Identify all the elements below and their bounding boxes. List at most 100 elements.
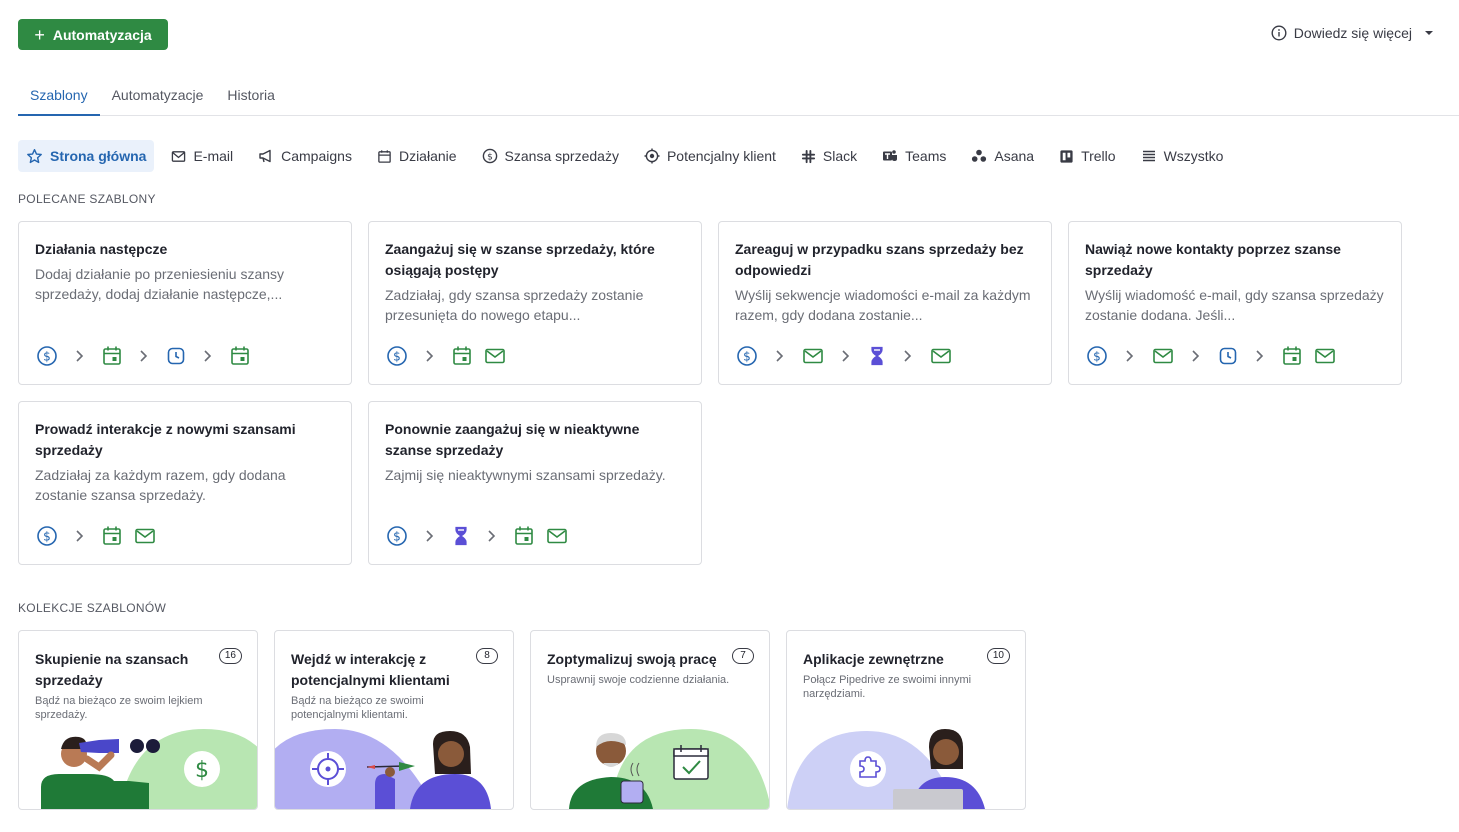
- tab-templates[interactable]: Szablony: [18, 78, 100, 116]
- star-icon: [27, 148, 42, 163]
- template-card[interactable]: Prowadź interakcje z nowymi szansami spr…: [18, 401, 352, 565]
- clock-icon: [1218, 345, 1238, 367]
- filter-label: Asana: [994, 148, 1035, 164]
- trello-icon: [1060, 149, 1073, 163]
- template-steps: $: [36, 525, 156, 547]
- collection-count-badge: 7: [732, 648, 754, 664]
- template-description: Zadziałaj za każdym razem, gdy dodana zo…: [35, 467, 286, 503]
- add-automation-label: Automatyzacja: [52, 26, 152, 43]
- mail-icon: [134, 525, 156, 547]
- info-icon: [1271, 25, 1287, 41]
- filter-label: E-mail: [193, 148, 234, 164]
- filter-activity[interactable]: Działanie: [369, 140, 465, 172]
- template-card[interactable]: Zaangażuj się w szanse sprzedaży, które …: [368, 221, 702, 385]
- filter-email[interactable]: E-mail: [163, 140, 241, 172]
- template-steps: $: [386, 525, 568, 547]
- chevron-icon: [70, 345, 90, 367]
- template-card[interactable]: Nawiąż nowe kontakty poprzez szanse sprz…: [1068, 221, 1402, 385]
- chevron-icon: [770, 345, 790, 367]
- filter-label: Działanie: [398, 148, 457, 164]
- svg-text:$: $: [195, 758, 209, 783]
- collection-description: Połącz Pipedrive ze swoimi innymi narzęd…: [803, 674, 972, 700]
- template-card[interactable]: Działania następcze Dodaj działanie po p…: [18, 221, 352, 385]
- megaphone-icon: [259, 149, 271, 163]
- collection-description: Bądź na bieżąco ze swoimi potencjalnymi …: [291, 695, 424, 721]
- filter-slack[interactable]: Slack: [793, 140, 865, 172]
- learn-more-label: Dowiedz się więcej: [1293, 25, 1412, 41]
- chevron-icon: [70, 525, 90, 547]
- filter-teams[interactable]: Teams: [874, 140, 954, 172]
- caret-down-icon: [1425, 31, 1433, 35]
- mail-icon: [172, 150, 186, 162]
- filter-label: Trello: [1081, 148, 1116, 164]
- filter-trello[interactable]: Trello: [1051, 140, 1124, 172]
- puzzle-laptop-person-illustration: [787, 729, 985, 809]
- collection-title: Zoptymalizuj swoją pracę: [547, 651, 717, 667]
- mail-icon: [802, 345, 824, 367]
- clock-icon: [166, 345, 186, 367]
- chevron-icon: [1186, 345, 1206, 367]
- filter-asana[interactable]: Asana: [963, 140, 1042, 172]
- filter-home[interactable]: Strona główna: [18, 140, 155, 172]
- binoculars-person-illustration: $: [41, 729, 257, 809]
- filter-label: Slack: [822, 148, 858, 164]
- template-steps: $: [736, 345, 952, 367]
- filter-all[interactable]: Wszystko: [1133, 140, 1232, 172]
- tab-history[interactable]: Historia: [215, 78, 286, 116]
- dollar-icon: $: [1086, 345, 1108, 367]
- teams-icon: [883, 150, 898, 161]
- template-description: Zajmij się nieaktywnymi szansami sprzeda…: [385, 467, 666, 483]
- filter-deal[interactable]: $ Szansa sprzedaży: [474, 140, 627, 172]
- dollar-icon: $: [482, 148, 497, 164]
- template-steps: $: [1086, 345, 1336, 367]
- filter-campaigns[interactable]: Campaigns: [250, 140, 360, 172]
- collection-card[interactable]: Wejdź w interakcję z potencjalnymi klien…: [274, 630, 514, 810]
- collection-card[interactable]: Zoptymalizuj swoją pracę 7 Usprawnij swo…: [530, 630, 770, 810]
- chevron-icon: [898, 345, 918, 367]
- collection-description: Bądź na bieżąco ze swoim lejkiem sprzeda…: [35, 695, 203, 721]
- filter-label: Wszystko: [1163, 148, 1224, 164]
- collection-title: Aplikacje zewnętrzne: [803, 651, 944, 667]
- filter-lead[interactable]: Potencjalny klient: [636, 140, 784, 172]
- chevron-icon: [1250, 345, 1270, 367]
- template-steps: $: [36, 345, 250, 367]
- collection-title: Skupienie na szansach sprzedaży: [35, 651, 189, 688]
- top-bar: + Automatyzacja Dowiedz się więcej: [18, 19, 1441, 51]
- main-tabs: Szablony Automatyzacje Historia: [18, 78, 1459, 116]
- template-title: Prowadź interakcje z nowymi szansami spr…: [35, 421, 296, 458]
- add-automation-button[interactable]: + Automatyzacja: [18, 19, 168, 50]
- chevron-icon: [134, 345, 154, 367]
- category-filters: Strona główna E-mail Campaigns Działanie…: [18, 140, 1240, 172]
- mail-icon: [1314, 345, 1336, 367]
- calendar-icon: [1282, 345, 1302, 367]
- slack-icon: [801, 149, 815, 163]
- template-description: Wyślij wiadomość e-mail, gdy szansa sprz…: [1085, 287, 1384, 323]
- template-description: Dodaj działanie po przeniesieniu szansy …: [35, 266, 285, 302]
- svg-text:$: $: [393, 350, 401, 364]
- dollar-icon: $: [36, 525, 58, 547]
- collection-card[interactable]: Aplikacje zewnętrzne 10 Połącz Pipedrive…: [786, 630, 1026, 810]
- learn-more-dropdown[interactable]: Dowiedz się więcej: [1271, 25, 1439, 41]
- calendar-icon: [378, 149, 391, 163]
- template-title: Działania następcze: [35, 241, 168, 257]
- hourglass-icon: [452, 525, 470, 547]
- featured-section-label: POLECANE SZABLONY: [18, 192, 156, 206]
- svg-text:$: $: [393, 530, 401, 544]
- tab-automations[interactable]: Automatyzacje: [100, 78, 216, 116]
- target-dart-person-illustration: [275, 729, 491, 809]
- dollar-icon: $: [736, 345, 758, 367]
- template-title: Zaangażuj się w szanse sprzedaży, które …: [385, 241, 655, 278]
- template-title: Nawiąż nowe kontakty poprzez szanse sprz…: [1085, 241, 1341, 278]
- filter-label: Szansa sprzedaży: [504, 148, 619, 164]
- svg-text:$: $: [43, 350, 51, 364]
- list-icon: [1142, 150, 1155, 162]
- mail-icon: [930, 345, 952, 367]
- filter-label: Strona główna: [50, 148, 147, 164]
- mail-icon: [546, 525, 568, 547]
- template-description: Wyślij sekwencje wiadomości e-mail za ka…: [735, 287, 1031, 323]
- template-card[interactable]: Zareaguj w przypadku szans sprzedaży bez…: [718, 221, 1052, 385]
- chevron-icon: [836, 345, 856, 367]
- collection-card[interactable]: Skupienie na szansach sprzedaży 16 Bądź …: [18, 630, 258, 810]
- template-card[interactable]: Ponownie zaangażuj się w nieaktywne szan…: [368, 401, 702, 565]
- template-title: Zareaguj w przypadku szans sprzedaży bez…: [735, 241, 1024, 278]
